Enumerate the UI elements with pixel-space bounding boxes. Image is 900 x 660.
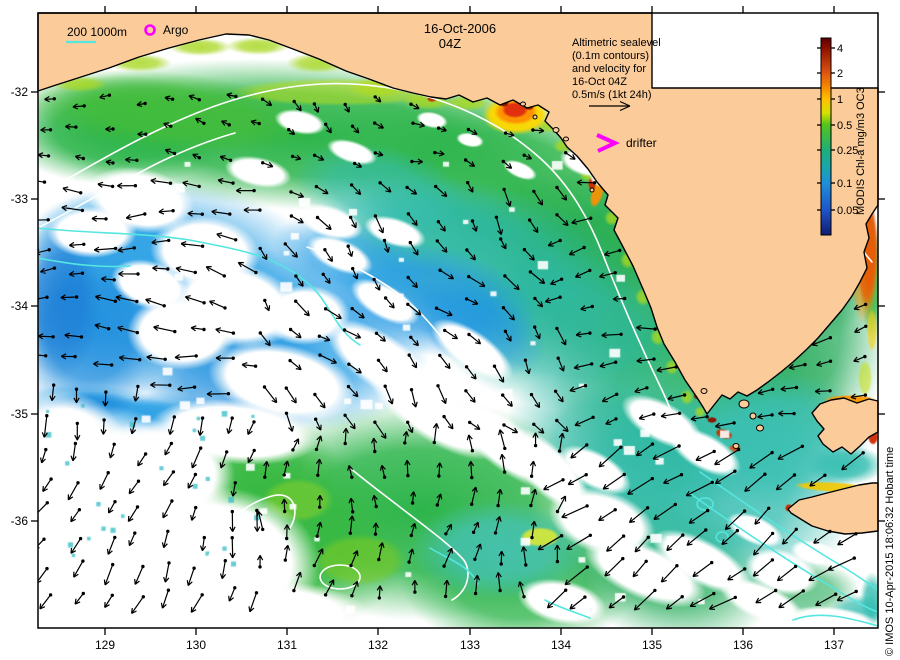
- y-tick-label: -33: [11, 192, 29, 206]
- land-yorke-peninsula: [811, 397, 879, 455]
- islet: [700, 388, 708, 394]
- islet: [589, 187, 595, 193]
- land-group: [37, 12, 879, 535]
- annotation-line-5: 0.5m/s (1kt 24h): [572, 89, 651, 101]
- land-kangaroo-island: [787, 482, 879, 535]
- colorbar-gradient: [820, 37, 832, 236]
- annotation-line-1: Altimetric sealevel: [572, 37, 661, 49]
- x-axis-labels: 129 130 131 132 133 134 135 136 137: [95, 638, 844, 652]
- annotation-line-4: 16-Oct 04Z: [572, 76, 627, 88]
- x-tick-label: 132: [368, 638, 388, 652]
- colorbar-title: MODIS Chl-a mg/m3 OC3: [855, 87, 867, 215]
- argo-label: Argo: [163, 23, 189, 37]
- islet: [520, 101, 526, 107]
- y-tick-label: -34: [11, 299, 29, 313]
- colorbar-tick-label: 4: [837, 43, 843, 55]
- y-tick-label: -32: [11, 85, 29, 99]
- colorbar-tick-label: 1: [837, 94, 843, 106]
- map-title-date: 16-Oct-2006: [424, 21, 496, 36]
- y-tick-label: -35: [11, 407, 29, 421]
- x-tick-label: 136: [733, 638, 753, 652]
- drifter-label: drifter: [626, 136, 657, 150]
- x-tick-label: 129: [95, 638, 115, 652]
- map-figure: 129 130 131 132 133 134 135 136 137 -32 -33 -34 -35…: [0, 0, 900, 660]
- colorbar-tick-label: 0.5: [837, 120, 852, 132]
- colorbar-tick-label: 0.1: [837, 178, 852, 190]
- x-tick-label: 134: [551, 638, 571, 652]
- map-title-time: 04Z: [439, 36, 461, 51]
- islet: [552, 127, 560, 133]
- isobath-legend-label: 200 1000m: [67, 25, 127, 39]
- islet: [749, 412, 757, 420]
- islet: [563, 136, 569, 142]
- annotation-line-2: (0.1m contours): [572, 50, 649, 62]
- y-tick-label: -36: [11, 514, 29, 528]
- islet: [532, 114, 538, 120]
- colorbar-tick-label: 2: [837, 68, 843, 80]
- y-axis-labels: -32 -33 -34 -35 -36: [11, 85, 29, 528]
- x-tick-label: 133: [460, 638, 480, 652]
- x-tick-label: 135: [642, 638, 662, 652]
- map-overlay: 129 130 131 132 133 134 135 136 137 -32 -33 -34 -35…: [11, 6, 896, 656]
- x-tick-label: 130: [186, 638, 206, 652]
- islet: [732, 443, 740, 449]
- annotation-line-3: and velocity for: [572, 63, 646, 75]
- islet: [738, 399, 750, 409]
- x-tick-label: 137: [824, 638, 844, 652]
- credit-text: © IMOS 10-Apr-2015 18:06:32 Hobart time: [884, 447, 896, 656]
- x-tick-label: 131: [277, 638, 297, 652]
- islet: [756, 424, 764, 432]
